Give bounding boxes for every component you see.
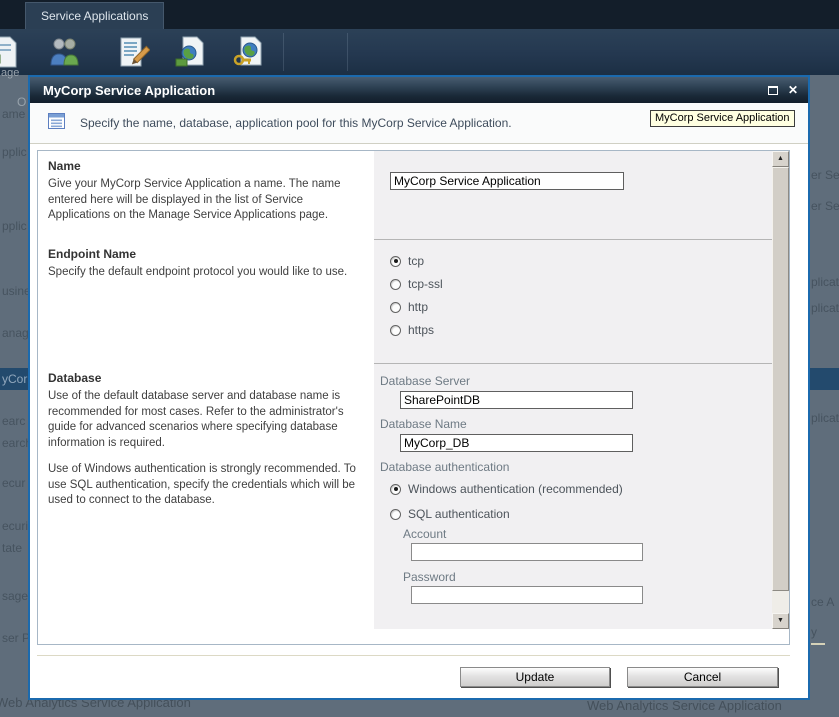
section-name-description: Name Give your MyCorp Service Applicatio… <box>38 151 374 239</box>
radio-button-icon <box>390 509 401 520</box>
bg-text-fragment: pplic <box>2 219 27 233</box>
bg-text-fragment: plicatio <box>811 301 839 315</box>
bg-text-fragment: ecuri <box>2 519 28 533</box>
permissions-document-icon[interactable] <box>231 35 265 71</box>
account-label: Account <box>403 527 446 541</box>
maximize-icon[interactable] <box>768 86 778 95</box>
form-scrollbar[interactable]: ▲ ▼ <box>772 151 789 629</box>
section-endpoint-title: Endpoint Name <box>48 247 360 261</box>
bg-text-fragment: usine <box>2 284 31 298</box>
database-server-label: Database Server <box>380 374 470 388</box>
scroll-down-icon[interactable]: ▼ <box>772 613 789 629</box>
section-endpoint-text: Specify the default endpoint protocol yo… <box>48 265 360 281</box>
bg-text-fragment: ecur <box>2 476 25 490</box>
section-database-text-1: Use of the default database server and d… <box>48 389 360 451</box>
dialog-title: MyCorp Service Application <box>43 83 215 98</box>
radio-button-icon <box>390 325 401 336</box>
bg-text-fragment: er Se <box>811 199 839 213</box>
screen: O ame pplic pplic usine anag yCor earc e… <box>0 0 839 717</box>
section-endpoint-description: Endpoint Name Specify the default endpoi… <box>38 239 374 363</box>
password-input[interactable] <box>411 586 643 604</box>
radio-tcp-ssl-label: tcp-ssl <box>408 277 443 291</box>
section-database-description: Database Use of the default database ser… <box>38 363 374 629</box>
bg-text-fragment: ame <box>2 107 25 121</box>
mycorp-service-application-dialog: MyCorp Service Application ✕ Specify the… <box>28 75 810 700</box>
bg-text-fragment: anag <box>2 326 29 340</box>
database-name-input[interactable] <box>400 434 633 452</box>
bg-text-fragment: er Se <box>811 168 839 182</box>
edit-list-icon[interactable] <box>116 35 150 71</box>
section-database-text-2: Use of Windows authentication is strongl… <box>48 462 360 509</box>
bg-text-fragment: y <box>811 625 817 639</box>
bg-text-fragment: sage <box>2 589 28 603</box>
database-authentication-label: Database authentication <box>380 460 509 474</box>
scroll-up-icon[interactable]: ▲ <box>772 151 789 167</box>
bg-text-fragment: ce A <box>811 595 834 609</box>
radio-sql-auth-label: SQL authentication <box>408 507 510 521</box>
users-icon[interactable] <box>47 35 81 71</box>
section-name-text: Give your MyCorp Service Application a n… <box>48 177 360 224</box>
radio-windows-auth-label: Windows authentication (recommended) <box>408 482 623 496</box>
password-label: Password <box>403 570 456 584</box>
manage-icon-partial[interactable] <box>0 35 22 71</box>
radio-tcp-ssl[interactable]: tcp-ssl <box>390 277 443 291</box>
database-name-label: Database Name <box>380 417 467 431</box>
bg-text-fragment: pplic <box>2 145 27 159</box>
radio-tcp-label: tcp <box>408 254 424 268</box>
ribbon-separator <box>283 33 284 71</box>
bg-text-fragment: plicatio <box>811 275 839 289</box>
radio-http-label: http <box>408 300 428 314</box>
cancel-button[interactable]: Cancel <box>627 667 778 687</box>
service-application-name-input[interactable] <box>390 172 624 190</box>
ribbon <box>0 29 839 75</box>
dialog-description-text: Specify the name, database, application … <box>80 116 512 130</box>
radio-sql-authentication[interactable]: SQL authentication <box>390 507 510 521</box>
section-database-title: Database <box>48 371 360 385</box>
ribbon-separator <box>347 33 348 71</box>
radio-https-label: https <box>408 323 434 337</box>
radio-button-icon <box>390 279 401 290</box>
radio-windows-authentication[interactable]: Windows authentication (recommended) <box>390 482 623 496</box>
list-table-icon <box>48 113 65 134</box>
section-name-title: Name <box>48 159 360 173</box>
account-input[interactable] <box>411 543 643 561</box>
tab-service-applications[interactable]: Service Applications <box>25 2 164 29</box>
ribbon-tab-bar: Service Applications <box>0 0 839 29</box>
ribbon-group-label-fragment: age <box>1 67 19 79</box>
bg-text-fragment: tate <box>2 541 22 555</box>
bg-text-fragment-selected: yCor <box>2 372 27 386</box>
radio-https[interactable]: https <box>390 323 434 337</box>
radio-button-icon <box>390 484 401 495</box>
scrollbar-thumb[interactable] <box>772 167 789 591</box>
dialog-form: Name Give your MyCorp Service Applicatio… <box>37 150 790 645</box>
database-server-input[interactable] <box>400 391 633 409</box>
bg-text-fragment: ser P <box>2 631 30 645</box>
bg-text-fragment: plicatio <box>811 411 839 425</box>
footer-divider <box>37 655 790 656</box>
bg-link-web-analytics-right: Web Analytics Service Application <box>587 698 782 713</box>
radio-tcp[interactable]: tcp <box>390 254 424 268</box>
radio-button-icon <box>390 302 401 313</box>
publish-document-icon[interactable] <box>173 35 207 71</box>
dialog-titlebar: MyCorp Service Application ✕ <box>30 77 808 103</box>
bg-text-fragment: earc <box>2 414 25 428</box>
close-icon[interactable]: ✕ <box>788 84 798 96</box>
update-button[interactable]: Update <box>460 667 610 687</box>
bg-divider-fragment <box>811 643 825 645</box>
radio-button-icon <box>390 256 401 267</box>
tooltip: MyCorp Service Application <box>650 110 795 127</box>
radio-http[interactable]: http <box>390 300 428 314</box>
